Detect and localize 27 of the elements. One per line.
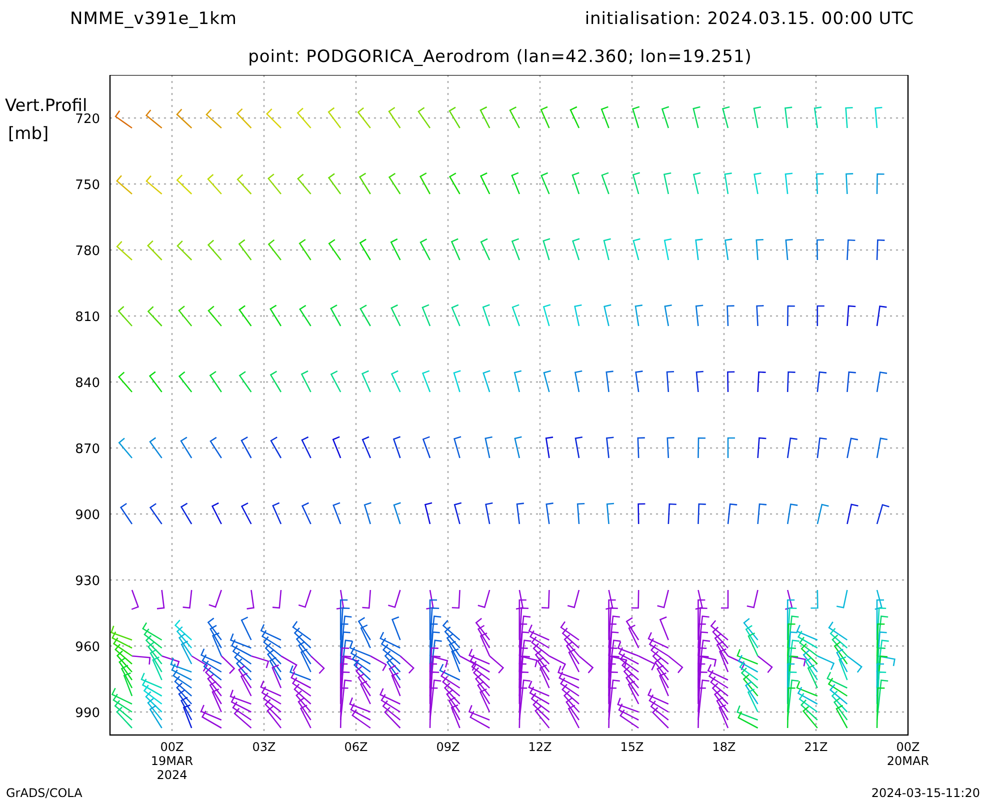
timestamp: 2024-03-15-11:20 <box>871 786 980 800</box>
y-tick-label: 750 <box>75 178 100 193</box>
y-tick-label: 810 <box>75 310 100 325</box>
y-tick-label: 840 <box>75 376 100 391</box>
y-tick-label: 870 <box>75 442 100 457</box>
x-tick-label: 20MAR <box>886 754 930 768</box>
x-tick-label: 19MAR <box>150 754 194 768</box>
x-tick-label: 00Z <box>160 740 184 754</box>
point-title: point: PODGORICA_Aerodrom (lan=42.360; lon=19.251) <box>248 46 752 66</box>
x-tick-label: 2024 <box>156 768 188 782</box>
x-tick-label: 09Z <box>436 740 460 754</box>
software-credit: GrADS/COLA <box>6 786 82 800</box>
x-tick-label: 06Z <box>344 740 368 754</box>
initialisation-time: initialisation: 2024.03.15. 00:00 UTC <box>584 9 914 29</box>
x-tick-label: 03Z <box>252 740 276 754</box>
y-axis-label: [mb] <box>8 124 49 144</box>
y-tick-label: 930 <box>75 574 100 589</box>
x-tick-label: 12Z <box>528 740 552 754</box>
y-tick-label: 780 <box>75 244 100 259</box>
model-title: NMME_v391e_1km <box>70 9 237 29</box>
x-tick-label: 00Z <box>896 740 920 754</box>
y-tick-label: 960 <box>75 640 100 655</box>
x-tick-label: 21Z <box>804 740 828 754</box>
y-tick-label: 990 <box>75 706 100 721</box>
y-tick-label: 900 <box>75 508 100 523</box>
x-tick-label: 15Z <box>620 740 644 754</box>
x-tick-label: 18Z <box>712 740 736 754</box>
